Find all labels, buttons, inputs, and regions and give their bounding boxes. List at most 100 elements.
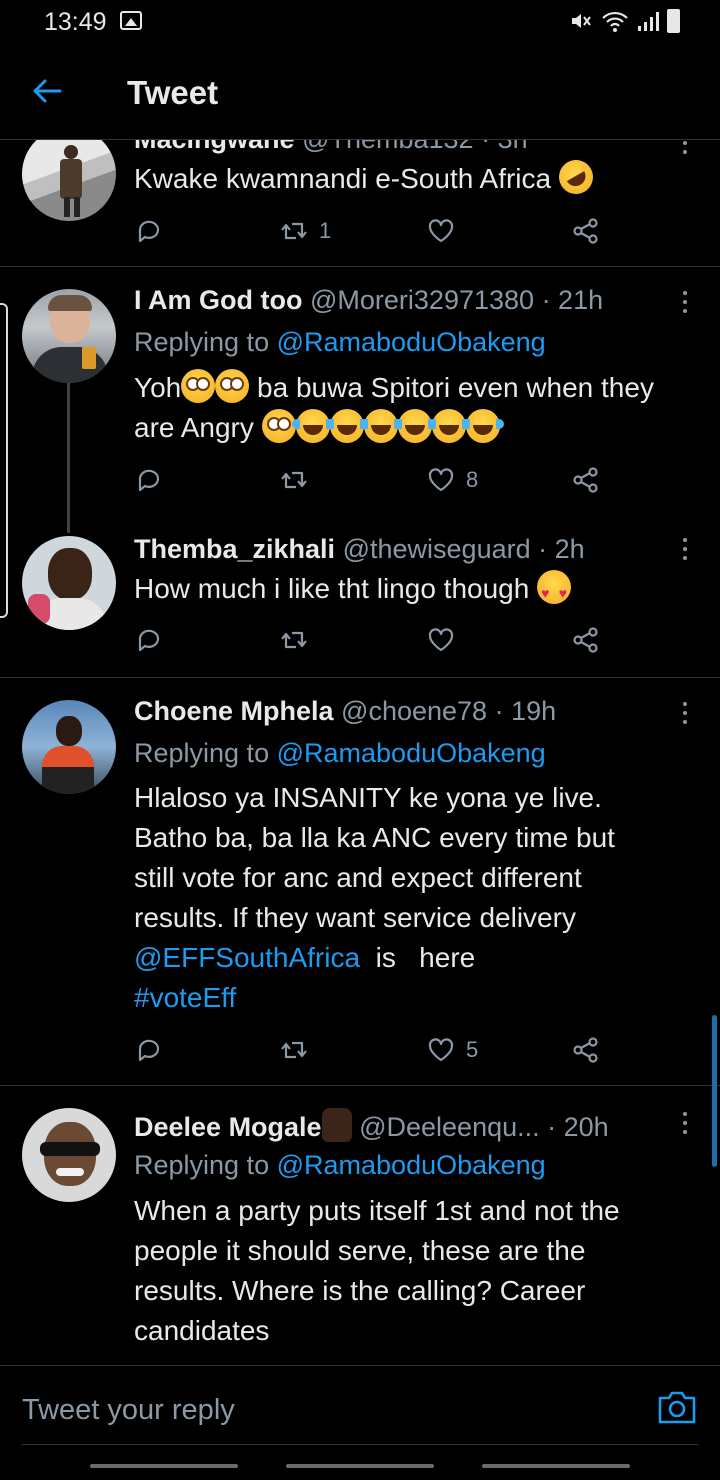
app-header: Tweet (0, 44, 720, 140)
tweet-author: Themba_zikhali @thewiseguard · 2h (134, 534, 585, 565)
heart-icon (428, 468, 454, 492)
author-handle[interactable]: @Deeleenqu... (359, 1112, 540, 1142)
joy-emoji-icon (359, 409, 402, 443)
tweet-item[interactable]: Deelee Mogale @Deeleenqu... · 20h Replyi… (0, 1086, 720, 1365)
joy-emoji-icon (393, 409, 436, 443)
author-name[interactable]: Deelee Mogale (134, 1112, 322, 1142)
more-options-icon[interactable] (676, 1110, 694, 1136)
like-count: 8 (466, 467, 479, 492)
back-arrow-icon[interactable] (30, 74, 64, 108)
camera-icon[interactable] (657, 1389, 697, 1425)
hashtag-link[interactable]: #voteEff (134, 982, 236, 1013)
replying-label: Replying to (134, 738, 270, 768)
tweet-text-part: ba buwa Spitori even when they (257, 372, 654, 403)
flushed-emoji-icon (215, 369, 250, 403)
reply-composer[interactable]: Tweet your reply (0, 1365, 720, 1445)
retweet-icon (281, 1041, 307, 1059)
edge-panel-handle[interactable] (0, 303, 8, 618)
avatar[interactable] (22, 536, 116, 630)
replying-mention[interactable]: @RamaboduObakeng (277, 738, 546, 768)
avatar[interactable] (22, 127, 116, 221)
retweet-button[interactable] (279, 1035, 309, 1065)
eff-mention-link[interactable]: @EFFSouthAfrica (134, 942, 360, 973)
retweet-count: 1 (319, 218, 332, 243)
tweet-text-part: are Angry (134, 412, 254, 443)
heart-icon (428, 1038, 454, 1062)
flushed-emoji-icon (261, 409, 296, 443)
joy-emoji-icon (325, 409, 368, 443)
like-button[interactable]: 5 (426, 1035, 478, 1065)
tweet-text: Kwake kwamnandi e-South Africa (134, 153, 704, 201)
replying-to: Replying to @RamaboduObakeng (134, 1150, 546, 1181)
nav-recent-button[interactable] (90, 1464, 238, 1468)
reply-button[interactable] (134, 1035, 164, 1065)
replying-mention[interactable]: @RamaboduObakeng (277, 1150, 546, 1180)
tweet-text-line: results. If they want service delivery (134, 902, 576, 933)
tweet-text-line: #voteEff (134, 978, 704, 1018)
page-title: Tweet (127, 74, 219, 111)
avatar[interactable] (22, 1108, 116, 1202)
more-options-icon[interactable] (676, 289, 694, 315)
raised-fist-emoji-icon (321, 1108, 352, 1142)
author-name[interactable]: I Am God too (134, 285, 302, 315)
joy-emoji-icon (291, 409, 334, 443)
tweet-text-content: How much i like tht lingo though (134, 573, 530, 604)
reply-button[interactable] (134, 216, 164, 246)
retweet-button[interactable] (279, 625, 309, 655)
author-handle[interactable]: @thewiseguard (343, 534, 531, 564)
author-handle[interactable]: @Moreri32971380 (310, 285, 534, 315)
reply-button[interactable] (134, 465, 164, 495)
tweet-item[interactable]: Choene Mphela @choene78 · 19h Replying t… (0, 678, 720, 1085)
avatar[interactable] (22, 289, 116, 383)
author-name[interactable]: Choene Mphela (134, 696, 334, 726)
more-options-icon[interactable] (676, 536, 694, 562)
tweet-text-line: Batho ba, ba lla ka ANC every time but (134, 822, 615, 853)
tweet-text-line: still vote for anc and expect different (134, 862, 582, 893)
tweet-item[interactable]: Themba_zikhali @thewiseguard · 2h How mu… (0, 512, 720, 677)
like-count: 5 (466, 1037, 479, 1062)
nav-back-button[interactable] (482, 1464, 630, 1468)
tweet-text-line: @EFFSouthAfrica is here (134, 938, 704, 978)
nav-home-button[interactable] (286, 1464, 434, 1468)
tweet-text-part: Yoh (134, 372, 182, 403)
reply-icon (138, 220, 160, 243)
retweet-icon (281, 222, 307, 240)
share-button[interactable] (571, 216, 601, 246)
replying-mention[interactable]: @RamaboduObakeng (277, 327, 546, 357)
tweet-text-line: people it should serve, these are the (134, 1235, 586, 1266)
retweet-icon (281, 471, 307, 489)
author-handle[interactable]: @choene78 (341, 696, 487, 726)
tweet-item[interactable]: I Am God too @Moreri32971380 · 21h Reply… (0, 267, 720, 512)
tweet-author: I Am God too @Moreri32971380 · 21h (134, 285, 603, 316)
joy-emoji-icon (427, 409, 470, 443)
rofl-emoji-icon (552, 153, 600, 201)
share-button[interactable] (571, 1035, 601, 1065)
more-options-icon[interactable] (676, 700, 694, 726)
tweet-text-part: is here (360, 942, 476, 973)
tweet-text-line: candidates (134, 1315, 270, 1346)
share-icon (573, 1037, 598, 1063)
tweet-text-line: When a party puts itself 1st and not the (134, 1195, 620, 1226)
tweet-actions: 5 (134, 1035, 614, 1069)
heart-icon (428, 219, 454, 243)
tweet-text-content: Kwake kwamnandi e-South Africa (134, 163, 552, 194)
tweet-author: Deelee Mogale @Deeleenqu... · 20h (134, 1108, 609, 1143)
reply-icon (138, 469, 160, 492)
share-button[interactable] (571, 465, 601, 495)
reply-icon (138, 1039, 160, 1062)
like-button[interactable]: 8 (426, 465, 478, 495)
retweet-button[interactable] (279, 465, 309, 495)
tweet-text: Yoh ba buwa Spitori even when they are A… (134, 368, 704, 448)
scrollbar[interactable] (712, 1015, 717, 1167)
replying-label: Replying to (134, 1150, 270, 1180)
tweet-feed[interactable]: Macingwane @Themba132 · 3h Kwake kwamnan… (0, 0, 720, 1365)
like-button[interactable] (426, 625, 456, 655)
avatar[interactable] (22, 700, 116, 794)
share-button[interactable] (571, 625, 601, 655)
tweet-time: · 20h (547, 1112, 609, 1142)
reply-input[interactable]: Tweet your reply (22, 1394, 235, 1427)
like-button[interactable] (426, 216, 456, 246)
reply-button[interactable] (134, 625, 164, 655)
author-name[interactable]: Themba_zikhali (134, 534, 335, 564)
retweet-button[interactable]: 1 (279, 216, 331, 246)
